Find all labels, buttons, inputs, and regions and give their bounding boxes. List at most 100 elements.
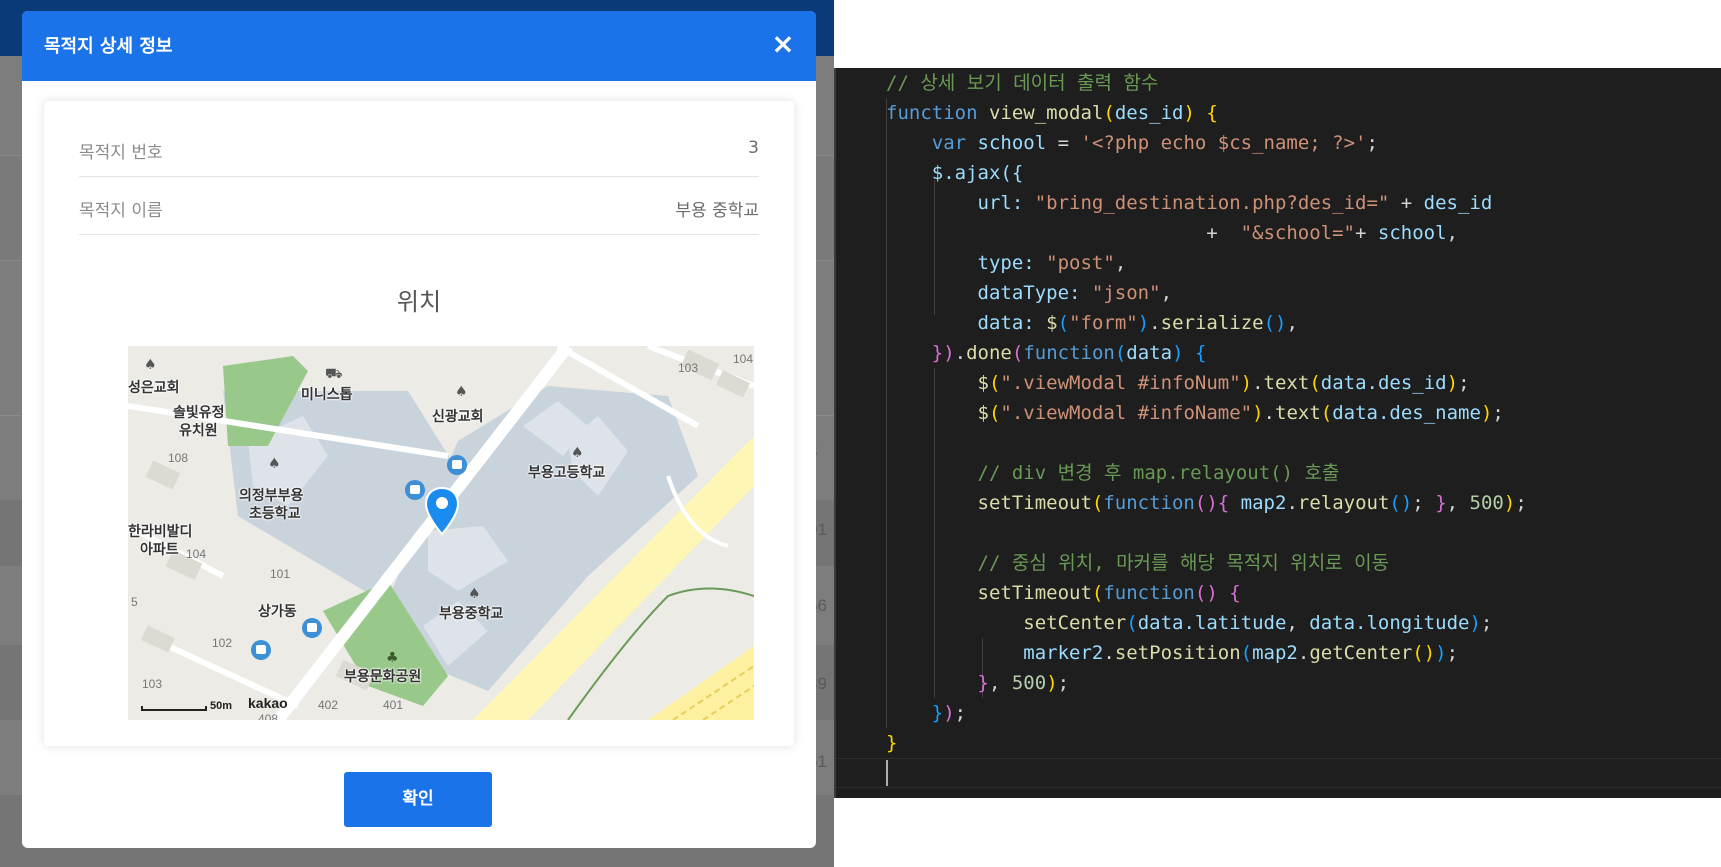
map-label: 유치원	[179, 423, 218, 439]
destination-number-value: 3	[748, 138, 759, 158]
code-line-5: url: "bring_destination.php?des_id=" + d…	[977, 192, 1493, 214]
code-expression: $.ajax({	[931, 162, 1024, 184]
code-comment: // 상세 보기 데이터 출력 함수	[886, 72, 1159, 94]
code-line-9: data: $("form").serialize(),	[977, 312, 1298, 334]
kakao-logo: kakao	[248, 695, 288, 711]
current-line-highlight	[836, 758, 1721, 788]
code-line-10: }).done(function(data) {	[931, 342, 1207, 364]
map-label: 솔빛유정	[173, 405, 225, 421]
school-icon: ♠	[268, 456, 281, 472]
code-keyword: function	[1103, 492, 1195, 514]
map-address-number: 401	[383, 698, 404, 712]
code-string: "&school="	[1240, 222, 1355, 244]
map-address-number: 108	[168, 451, 189, 465]
store-icon: ⛟	[325, 366, 343, 382]
destination-number-label: 목적지 번호	[79, 143, 163, 163]
map-label: 미니스톱	[301, 387, 353, 403]
modal-title: 목적지 상세 정보	[44, 36, 173, 57]
map-label: 부용고등학교	[528, 465, 606, 481]
church-icon: ♠	[455, 384, 468, 400]
code-function-name: serialize	[1160, 312, 1264, 334]
code-function-name: done	[966, 342, 1012, 364]
code-key: dataType:	[977, 282, 1081, 304]
code-variable: data.longitude	[1309, 612, 1470, 634]
map-scale-bar	[141, 706, 207, 711]
code-editor[interactable]: // 상세 보기 데이터 출력 함수 function view_modal(d…	[834, 68, 1721, 798]
code-function-name: text	[1275, 402, 1321, 424]
church-icon: ♠	[144, 357, 157, 373]
detail-card: 목적지 번호 3 목적지 이름 부용 중학교 위치 ♠ ⛟ ♠ ♠ ♠ ♠ ♣ …	[44, 101, 794, 746]
code-keyword: var	[931, 132, 967, 154]
code-key: type:	[977, 252, 1035, 274]
code-variable: des_id	[1423, 192, 1493, 214]
code-variable: school	[1377, 222, 1447, 244]
confirm-button[interactable]: 확인	[344, 772, 492, 827]
code-string: "bring_destination.php?des_id="	[1034, 192, 1390, 214]
code-variable: map2	[1252, 642, 1298, 664]
code-line-7: type: "post",	[977, 252, 1127, 274]
code-variable: data.des_id	[1320, 372, 1447, 394]
code-comment: // div 변경 후 map.relayout() 호출	[977, 462, 1340, 484]
code-variable: data.latitude	[1137, 612, 1287, 634]
code-function-name: text	[1263, 372, 1310, 394]
code-line-1: // 상세 보기 데이터 출력 함수	[886, 68, 1158, 98]
school-icon: ♠	[571, 445, 584, 461]
code-string: '<?php echo $cs_name; ?>'	[1080, 132, 1367, 154]
map-label: 한라비발디	[128, 524, 193, 540]
info-row-number: 목적지 번호 3	[79, 119, 759, 177]
code-string: "form"	[1069, 312, 1138, 334]
code-line-14: // div 변경 후 map.relayout() 호출	[886, 458, 1340, 488]
building-block	[716, 370, 750, 398]
code-variable: school	[977, 132, 1047, 154]
code-string: "json"	[1091, 282, 1161, 304]
code-string: "post"	[1046, 252, 1115, 274]
map-label: 아파트	[140, 542, 179, 558]
code-line-22: });	[931, 702, 967, 724]
map-label: 성은교회	[128, 380, 180, 396]
code-variable: map2	[1240, 492, 1287, 514]
destination-name-value: 부용 중학교	[675, 201, 759, 221]
code-function-name: setPosition	[1114, 642, 1241, 664]
code-variable: marker2	[1023, 642, 1104, 664]
kakao-map[interactable]: ♠ ⛟ ♠ ♠ ♠ ♠ ♣ 미니스톱 신광교회 부용고등학교 솔빛유정 유치원 …	[128, 346, 754, 720]
code-key: url:	[977, 192, 1024, 214]
code-comment: // 중심 위치, 마커를 해당 목적지 위치로 이동	[977, 552, 1390, 574]
code-line-12: $(".viewModal #infoName").text(data.des_…	[977, 402, 1504, 424]
code-line-8: dataType: "json",	[977, 282, 1173, 304]
text-caret	[886, 760, 888, 786]
close-icon[interactable]: ×	[768, 29, 798, 59]
code-line-21: }, 500);	[977, 672, 1070, 694]
code-parameter: des_id	[1114, 102, 1184, 124]
map-address-number: 102	[212, 636, 233, 650]
code-variable: data.des_name	[1332, 402, 1481, 424]
code-line-18: setTimeout(function() {	[977, 582, 1241, 604]
map-scale-label: 50m	[210, 700, 233, 712]
map-address-number: 103	[678, 361, 699, 375]
code-line-20: marker2.setPosition(map2.getCenter());	[1023, 642, 1459, 664]
code-string: ".viewModal #infoName"	[1000, 402, 1253, 424]
code-function-name: setCenter	[1023, 612, 1127, 634]
code-line-17: // 중심 위치, 마커를 해당 목적지 위치로 이동	[886, 548, 1390, 578]
code-keyword: function	[1023, 342, 1115, 364]
highway	[648, 646, 754, 720]
info-row-name: 목적지 이름 부용 중학교	[79, 177, 759, 235]
web-page-backdrop: 3 01 56 39 51 목적지 상세 정보 × 목적지 번호 3 목적지 이…	[0, 0, 834, 867]
school-icon: ♠	[468, 586, 481, 602]
park-icon: ♣	[386, 650, 399, 666]
code-key: data:	[977, 312, 1035, 334]
code-function-name: setTimeout	[977, 492, 1092, 514]
map-address-number: 402	[318, 698, 339, 712]
code-parameter: data	[1126, 342, 1173, 364]
destination-detail-modal: 목적지 상세 정보 × 목적지 번호 3 목적지 이름 부용 중학교 위치 ♠ …	[22, 11, 816, 848]
modal-header: 목적지 상세 정보 ×	[22, 11, 816, 81]
code-line-3: var school = '<?php echo $cs_name; ?>';	[931, 132, 1378, 154]
code-line-15: setTimeout(function(){ map2.relayout(); …	[977, 492, 1527, 514]
code-function-name: setTimeout	[977, 582, 1092, 604]
map-label: 상가동	[258, 604, 297, 620]
map-label: 의정부부용	[239, 488, 304, 504]
map-label: 부용중학교	[439, 606, 504, 622]
bus-stop-icon	[447, 455, 467, 475]
map-address-number: 103	[142, 677, 163, 691]
building-block	[141, 625, 175, 653]
code-line-4: $.ajax({	[886, 158, 1024, 188]
